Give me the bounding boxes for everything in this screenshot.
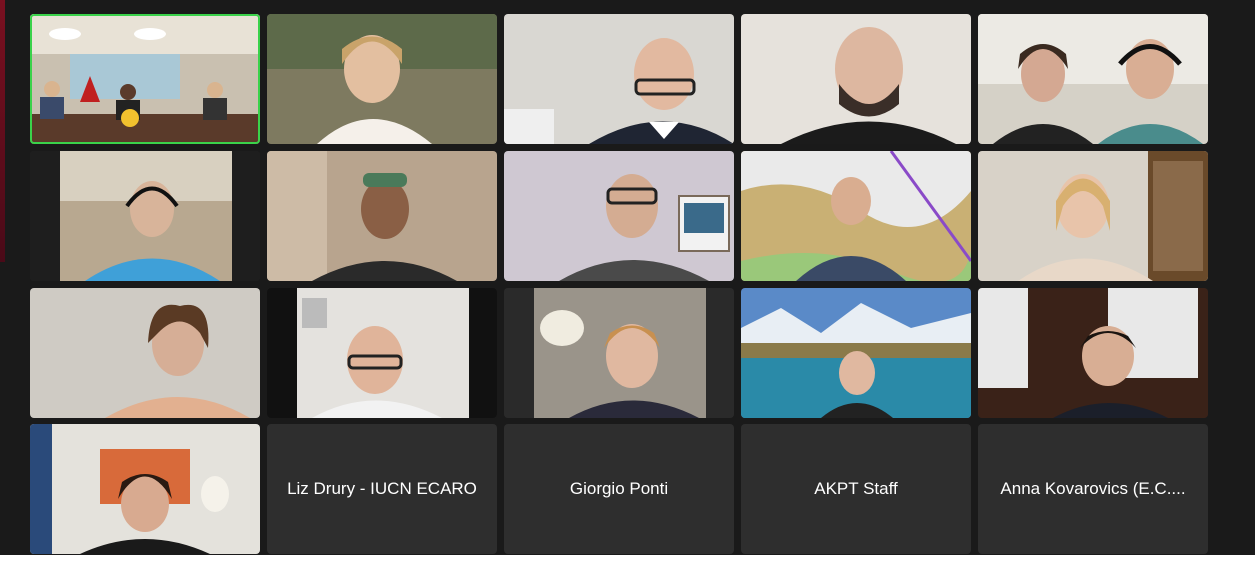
participant-video: [978, 14, 1208, 144]
participant-tile[interactable]: AKPT Staff: [741, 424, 971, 554]
participant-tile[interactable]: [741, 288, 971, 418]
participant-video: [978, 288, 1208, 418]
bottom-edge: [0, 555, 1255, 562]
conference-room-video: [30, 14, 260, 144]
participant-tile[interactable]: [978, 288, 1208, 418]
participant-video: [30, 151, 260, 281]
participant-tile[interactable]: [504, 151, 734, 281]
participant-tile[interactable]: [30, 424, 260, 554]
participant-tile[interactable]: [30, 151, 260, 281]
participant-video: [504, 288, 734, 418]
participant-name: Liz Drury - IUCN ECARO: [287, 479, 477, 498]
participant-tile[interactable]: Liz Drury - IUCN ECARO: [267, 424, 497, 554]
participant-tile[interactable]: [30, 288, 260, 418]
participant-tile[interactable]: [741, 14, 971, 144]
participant-video: [504, 14, 734, 144]
participant-video: [30, 424, 260, 554]
participant-video: [741, 14, 971, 144]
participant-video: [978, 151, 1208, 281]
participant-video: [741, 151, 971, 281]
participant-tile[interactable]: [267, 14, 497, 144]
participant-tile[interactable]: [267, 288, 497, 418]
participant-tile[interactable]: [978, 14, 1208, 144]
participant-tile[interactable]: Anna Kovarovics (E.C....: [978, 424, 1208, 554]
video-gallery-grid: Liz Drury - IUCN ECARO Giorgio Ponti AKP…: [30, 14, 1210, 554]
participant-video: [267, 288, 497, 418]
participant-video: [741, 288, 971, 418]
participant-tile[interactable]: [978, 151, 1208, 281]
participant-tile[interactable]: [504, 288, 734, 418]
participant-video: [504, 151, 734, 281]
participant-video: [30, 288, 260, 418]
participant-name: AKPT Staff: [814, 479, 898, 498]
participant-name: Giorgio Ponti: [569, 479, 669, 498]
participant-name: Anna Kovarovics (E.C....: [1000, 479, 1186, 498]
participant-tile-conference-room[interactable]: [30, 14, 260, 144]
participant-video: [267, 151, 497, 281]
participant-tile[interactable]: Giorgio Ponti: [504, 424, 734, 554]
participant-tile[interactable]: [741, 151, 971, 281]
participant-video: [267, 14, 497, 144]
background-window-edge: [0, 0, 5, 262]
participant-tile[interactable]: [504, 14, 734, 144]
participant-tile[interactable]: [267, 151, 497, 281]
